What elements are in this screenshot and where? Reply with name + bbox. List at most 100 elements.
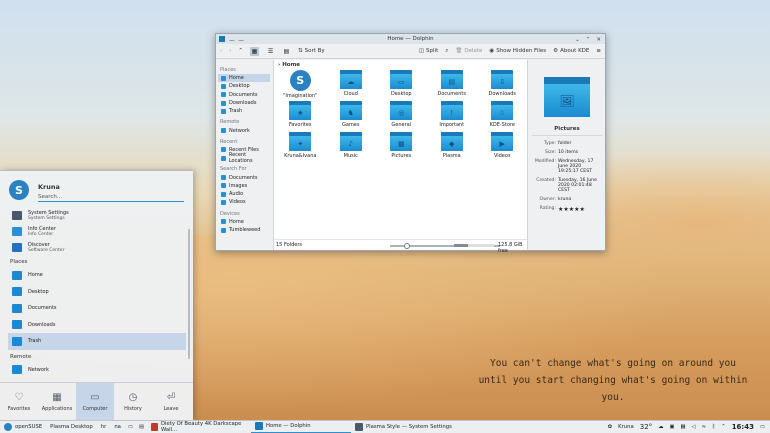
folder-item[interactable]: ▤ Documents [427, 70, 478, 101]
menu-place-home[interactable]: Home [8, 267, 186, 284]
app-text: Discover Software Center [28, 242, 64, 253]
weather-temperature[interactable]: 32° [640, 423, 652, 431]
close-icon[interactable]: ✕ [596, 35, 601, 45]
folder-item[interactable]: ✦ Kruna&Ivana [275, 132, 326, 163]
places-item-videos[interactable]: Videos [218, 198, 270, 206]
peek-desktop-icon[interactable]: ▭ [760, 424, 765, 430]
tray-user[interactable]: Kruna [618, 424, 634, 430]
folder-item[interactable]: S "Imagination" [275, 70, 326, 101]
icons-view-icon[interactable]: ▦ [250, 46, 260, 56]
places-item-trash[interactable]: Trash [218, 107, 270, 115]
folder-item[interactable]: ☁ Cloud [326, 70, 377, 101]
forward-icon[interactable]: › [229, 48, 231, 54]
search-input[interactable]: Search... [38, 192, 184, 202]
menu-place-documents[interactable]: Documents [8, 300, 186, 317]
menu-place-network[interactable]: Network [8, 362, 186, 379]
split-button[interactable]: ◫ Split [419, 48, 438, 54]
favorites-folder-icon: ★ [289, 101, 312, 120]
places-item-home[interactable]: Home [218, 74, 270, 83]
network-icon[interactable]: ≈ [702, 424, 706, 430]
clock[interactable]: 16:43 [732, 423, 754, 431]
clipboard-icon[interactable]: ▣ [669, 424, 674, 430]
places-item-recent-locations[interactable]: Recent Locations [218, 152, 270, 164]
places-item-desktop[interactable]: Desktop [218, 82, 270, 90]
tab-applications[interactable]: ▦ Applications [38, 383, 76, 420]
places-item-images[interactable]: Images [218, 182, 270, 190]
tab-history[interactable]: ◷ History [114, 383, 152, 420]
task-0[interactable]: Diety Of Beauty 4K Darkscape Wall... [147, 421, 251, 433]
folder-front: ♪ [339, 136, 362, 151]
app-item-system-settings[interactable]: System Settings System Settings [8, 207, 186, 223]
sort-by-button[interactable]: ⇅ Sort By [298, 48, 325, 54]
up-icon[interactable]: ⌃ [238, 48, 243, 54]
folder-item[interactable]: ⇩ Downloads [477, 70, 528, 101]
folder-item[interactable]: ▦ Pictures [376, 132, 427, 163]
places-item-network[interactable]: Network [218, 126, 270, 134]
compact-view-icon[interactable]: ☰ [266, 47, 275, 56]
avatar[interactable]: S [9, 180, 29, 200]
settings-icon[interactable]: ▤ [136, 424, 147, 430]
folder-item[interactable]: ☆ KDE-Store [477, 101, 528, 132]
folder-item[interactable]: ◎ General [376, 101, 427, 132]
launcher-scrollbar[interactable] [188, 229, 190, 359]
notifications-icon[interactable]: ▦ [681, 424, 686, 430]
places-item-home[interactable]: Home [218, 218, 270, 226]
folder-tab [440, 70, 450, 73]
tab-leave[interactable]: ⏎ Leave [152, 383, 190, 420]
expand-tray-icon[interactable]: ⌃ [721, 424, 725, 430]
menu-place-trash[interactable]: Trash [8, 333, 186, 350]
maximize-icon[interactable]: ⌃ [586, 35, 591, 45]
task-2[interactable]: Plasma Style — System Settings [351, 421, 461, 433]
places-item-tumbleweed[interactable]: Tumbleweed [218, 226, 270, 234]
folder-item[interactable]: ♞ Games [326, 101, 377, 132]
folder-item[interactable]: ♪ Music [326, 132, 377, 163]
breadcrumb[interactable]: › Home [274, 60, 527, 70]
folder-item[interactable]: ◆ Plasma [427, 132, 478, 163]
app-icon[interactable] [219, 36, 225, 42]
folder-tab [339, 101, 349, 104]
hamburger-menu-button[interactable]: ≡ [596, 48, 601, 54]
window-titlebar[interactable]: — — Home — Dolphin ⌄ ⌃ ✕ [216, 34, 605, 44]
important-folder-icon: ! [440, 101, 463, 120]
rating-stars[interactable]: ★★★★★ [558, 206, 602, 213]
folder-item[interactable]: ▶ Videos [477, 132, 528, 163]
places-item-documents[interactable]: Documents [218, 173, 270, 181]
menu-place-desktop[interactable]: Desktop [8, 284, 186, 301]
weather-icon[interactable]: ☁ [658, 424, 663, 430]
folder-item[interactable]: ★ Favorites [275, 101, 326, 132]
zoom-slider-knob[interactable] [404, 242, 410, 249]
pin-icon[interactable]: — [229, 36, 235, 46]
tab-favorites[interactable]: ♡ Favorites [0, 383, 38, 420]
kb2-label: na [114, 424, 121, 430]
kruna-icon[interactable]: ✿ [608, 424, 612, 430]
breadcrumb-home[interactable]: Home [282, 62, 300, 68]
folder-item[interactable]: ! Important [427, 101, 478, 132]
desktop-switcher[interactable]: Plasma Desktop [46, 421, 97, 433]
bluetooth-icon[interactable]: ᛒ [712, 424, 715, 430]
minimize-icon[interactable]: ⌄ [575, 35, 580, 45]
start-button[interactable]: openSUSE [0, 421, 46, 433]
delete-button[interactable]: 🗑 Delete [455, 48, 482, 54]
task-1[interactable]: Home — Dolphin [250, 421, 351, 433]
menu-place-downloads[interactable]: Downloads [8, 317, 186, 334]
show-desktop-icon[interactable]: ▭ [125, 424, 136, 430]
search-button[interactable]: ⌕ [445, 48, 448, 55]
keyboard-layout-2[interactable]: na [110, 421, 125, 433]
details-view-icon[interactable]: ▤ [282, 47, 291, 56]
tab-computer[interactable]: ▭ Computer [76, 383, 114, 420]
keyboard-layout-1[interactable]: hr [97, 421, 111, 433]
folder-item[interactable]: ▭ Desktop [376, 70, 427, 101]
volume-icon[interactable]: ◁ [692, 424, 696, 430]
places-item-audio[interactable]: Audio [218, 190, 270, 198]
app-item-info-center[interactable]: Info Center Info Center [8, 223, 186, 239]
places-item-label: Documents [229, 174, 258, 181]
computer-icon: ▭ [90, 391, 100, 403]
eye-icon: ◉ [489, 48, 495, 54]
app-item-discover[interactable]: Discover Software Center [8, 239, 186, 255]
about-kde-button[interactable]: ⚙ About KDE [553, 48, 589, 54]
places-item-documents[interactable]: Documents [218, 91, 270, 99]
back-icon[interactable]: ‹ [220, 48, 222, 54]
show-hidden-button[interactable]: ◉ Show Hidden Files [489, 48, 546, 54]
places-item-downloads[interactable]: Downloads [218, 99, 270, 107]
menu-icon[interactable]: — [239, 36, 245, 46]
